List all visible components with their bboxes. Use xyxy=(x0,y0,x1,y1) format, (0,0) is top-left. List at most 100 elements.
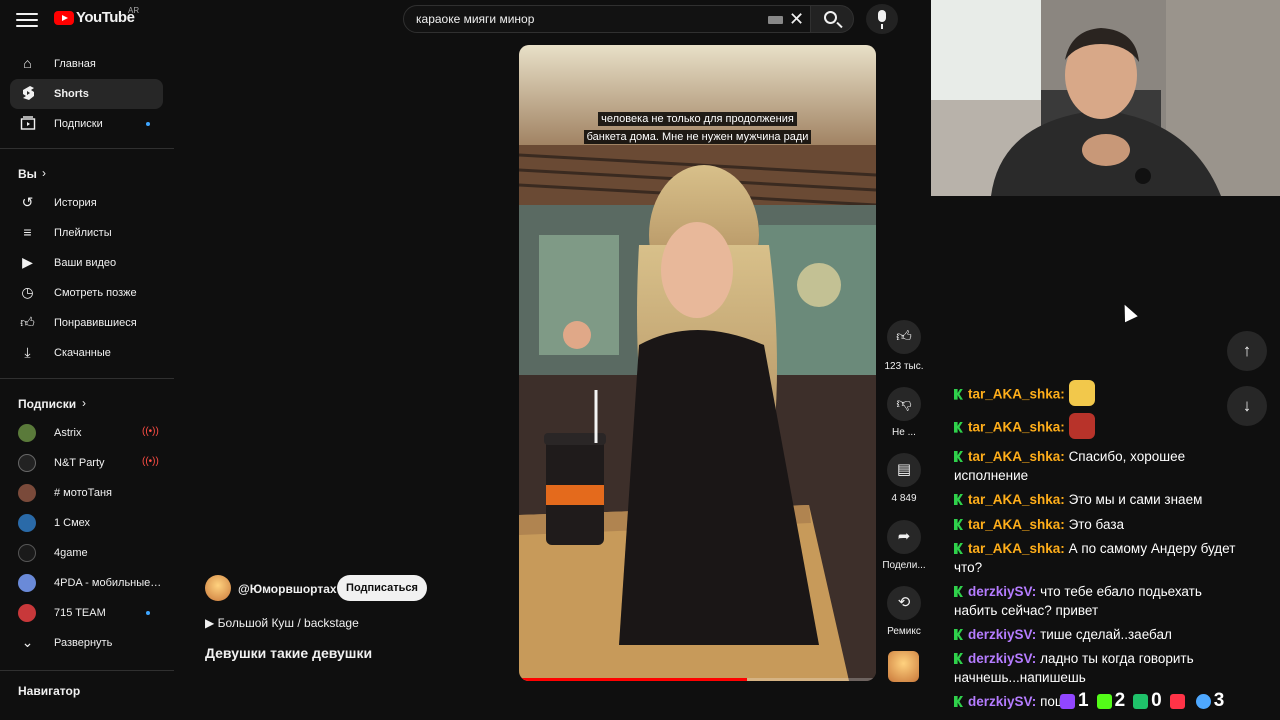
previous-short-button[interactable]: ↑ xyxy=(1227,331,1267,371)
chat-username: derzkiySV: xyxy=(968,651,1037,666)
subscription-item[interactable]: N&T Party ((•)) xyxy=(10,448,163,478)
sound-link[interactable]: ▶ Большой Куш / backstage xyxy=(205,616,359,630)
subtitle-line: банкета дома. Мне не нужен мужчина ради xyxy=(583,130,812,144)
new-content-dot xyxy=(146,122,150,126)
comments-button[interactable]: ▤ xyxy=(887,453,921,487)
search-button[interactable] xyxy=(810,5,854,33)
chat-text: ладно ты когда говорить xyxy=(1040,651,1194,666)
kick-badge-icon xyxy=(954,451,963,462)
remix-button[interactable]: ⟲ xyxy=(887,586,921,620)
video-title: Девушки такие девушки xyxy=(205,645,373,661)
sidebar-item-label: Понравившиеся xyxy=(54,317,137,329)
webcam-image xyxy=(931,0,1280,196)
youtube-logo[interactable]: YouTube xyxy=(54,9,135,26)
playlists-icon: ≡ xyxy=(23,224,32,240)
chat-message: tar_AKA_shka: Это база xyxy=(954,515,1272,534)
emote-icon xyxy=(1068,413,1095,439)
keyboard-icon[interactable] xyxy=(768,16,783,24)
sidebar-item-home[interactable]: ⌂ Главная xyxy=(10,49,163,79)
video-progress-bar[interactable] xyxy=(519,678,876,681)
stat-value: 2 xyxy=(1114,690,1126,711)
channel-avatar[interactable] xyxy=(205,575,231,601)
subscription-label: 4PDA - мобильные… xyxy=(54,577,162,589)
dislike-button[interactable]: 👎︎ xyxy=(887,387,921,421)
watch-later-icon: ◷ xyxy=(21,284,34,300)
sidebar-item-label: Shorts xyxy=(54,88,89,100)
chat-message: tar_AKA_shka: xyxy=(954,413,1272,439)
vk-live-viewers xyxy=(1169,693,1188,709)
sidebar-item-liked[interactable]: 👍︎ Понравившиеся xyxy=(10,308,163,338)
chat-text: исполнение xyxy=(954,468,1029,483)
subscription-label: N&T Party xyxy=(54,457,105,469)
top-bar: YouTube AR караоке мияги минор ✕ xyxy=(0,0,930,40)
search-icon xyxy=(824,11,837,24)
voice-search-button[interactable] xyxy=(866,4,898,34)
search-input[interactable]: караоке мияги минор ✕ xyxy=(403,5,811,33)
kick-icon xyxy=(1096,693,1112,709)
liked-icon: 👍︎ xyxy=(20,314,35,330)
subscription-item[interactable]: Astrix ((•)) xyxy=(10,418,163,448)
thumbs-up-icon: 👍︎ xyxy=(896,328,912,345)
subscription-item[interactable]: # мотоТаня xyxy=(10,478,163,508)
subscription-item[interactable]: 1 Смех xyxy=(10,508,163,538)
chevron-down-icon: ⌄ xyxy=(21,634,34,650)
kick-badge-icon xyxy=(954,586,963,597)
channel-name[interactable]: @Юморвшортах xyxy=(238,582,337,596)
sidebar-item-shorts[interactable]: Shorts xyxy=(10,79,163,109)
chat-text: что? xyxy=(954,560,983,575)
expand-button[interactable]: ⌄ Развернуть xyxy=(10,628,163,658)
channel-avatar xyxy=(18,484,36,502)
chat-username: derzkiySV: xyxy=(968,694,1037,709)
chat-text: тише сделай..заебал xyxy=(1040,627,1172,642)
channel-avatar xyxy=(18,424,36,442)
sidebar-item-history[interactable]: ↺ История xyxy=(10,188,163,218)
mic-icon xyxy=(878,10,886,29)
chat-message: tar_AKA_shka: xyxy=(954,380,1272,406)
menu-icon[interactable] xyxy=(16,10,38,30)
viewers-icon xyxy=(1195,693,1211,709)
chat-username: tar_AKA_shka: xyxy=(968,517,1065,532)
channel-avatar xyxy=(18,604,36,622)
sidebar-item-your-videos[interactable]: ▶ Ваши видео xyxy=(10,248,163,278)
chat-message: derzkiySV: ладно ты когда говорить начне… xyxy=(954,649,1272,687)
sidebar-item-watch-later[interactable]: ◷ Смотреть позже xyxy=(10,278,163,308)
subscription-item[interactable]: 4game xyxy=(10,538,163,568)
chat-text: набить сейчас? привет xyxy=(954,603,1099,618)
like-button[interactable]: 👍︎ xyxy=(887,320,921,354)
chat-username: tar_AKA_shka: xyxy=(968,386,1065,402)
play-icon: ▶ xyxy=(205,616,218,630)
section-title-you[interactable]: Вы xyxy=(18,167,37,181)
kick-badge-icon xyxy=(954,629,963,640)
chevron-right-icon: › xyxy=(42,166,46,180)
clear-icon[interactable]: ✕ xyxy=(789,9,804,30)
subscription-item[interactable]: 715 TEAM xyxy=(10,598,163,628)
channel-avatar xyxy=(18,514,36,532)
short-video-player[interactable]: человека не только для продолжения банке… xyxy=(519,45,876,681)
sidebar-item-playlists[interactable]: ≡ Плейлисты xyxy=(10,218,163,248)
sidebar-item-label: Подписки xyxy=(54,118,103,130)
chat-text: начнешь...напишешь xyxy=(954,670,1086,685)
subscription-item[interactable]: 4PDA - мобильные… xyxy=(10,568,163,598)
share-label: Подели... xyxy=(882,560,926,571)
share-icon: ➦ xyxy=(897,528,911,545)
share-button[interactable]: ➦ xyxy=(887,520,921,554)
subtitle-line: человека не только для продолжения xyxy=(598,112,797,126)
section-title-subscriptions[interactable]: Подписки xyxy=(18,397,76,411)
chat-text: Это база xyxy=(1068,517,1125,532)
kick-badge-icon xyxy=(954,696,963,707)
youtube-play-icon xyxy=(54,10,74,25)
vk-live-icon xyxy=(1169,693,1185,709)
chat-message: tar_AKA_shka: Спасибо, хорошее исполнени… xyxy=(954,447,1272,485)
kick-badge-icon xyxy=(954,388,963,400)
remix-icon: ⟲ xyxy=(897,594,911,611)
sound-thumbnail[interactable] xyxy=(888,651,919,682)
subscribe-button[interactable]: Подписаться xyxy=(337,575,427,601)
sidebar-item-downloads[interactable]: ⤓ Скачанные xyxy=(10,338,163,368)
sidebar-item-label: Скачанные xyxy=(54,347,111,359)
sidebar-item-subscriptions[interactable]: Подписки xyxy=(10,109,163,139)
subscription-label: 715 TEAM xyxy=(54,607,106,619)
chat-username: tar_AKA_shka: xyxy=(968,449,1065,464)
channel-avatar xyxy=(18,544,36,562)
stat-value: 1 xyxy=(1078,690,1089,711)
channel-avatar xyxy=(18,454,36,472)
